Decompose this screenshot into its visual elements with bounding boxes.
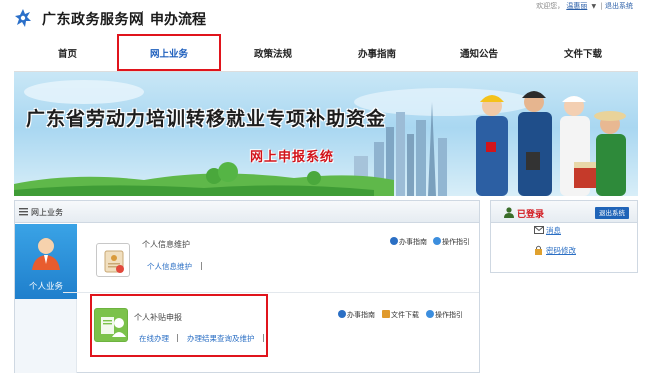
- workers-illustration: [476, 91, 626, 196]
- caret-down-icon[interactable]: ▼: [592, 3, 597, 10]
- link-separator: |: [200, 261, 203, 270]
- service-info-icon-box[interactable]: [96, 243, 130, 277]
- login-status: 已登录: [517, 210, 545, 220]
- list-icon: [19, 208, 28, 216]
- help-icon: [433, 237, 441, 245]
- folder-icon: [382, 310, 390, 318]
- service-subsidy-download-action[interactable]: 文件下载: [382, 310, 419, 320]
- person-icon: [32, 238, 60, 270]
- id-card-icon: [104, 250, 124, 273]
- service-info-title: 个人信息维护: [142, 240, 190, 249]
- nav-item-home[interactable]: 首页: [58, 46, 77, 60]
- title-divider: [142, 11, 143, 26]
- banner-subtitle: 网上申报系统: [250, 150, 335, 165]
- guide-label: 办事指南: [399, 238, 427, 246]
- manual-label: 操作指引: [435, 311, 463, 319]
- nav-item-policies[interactable]: 政策法规: [254, 46, 292, 60]
- subsidy-highlight-box: [90, 294, 268, 357]
- user-bar: 欢迎您， 温惠丽 ▼ | 退出系统: [536, 1, 633, 11]
- service-row-divider: [63, 292, 479, 293]
- bar-separator: |: [600, 2, 603, 10]
- messages-link[interactable]: 消息: [546, 225, 561, 236]
- service-info-manual-action[interactable]: 操作指引: [433, 237, 470, 247]
- help-icon: [426, 310, 434, 318]
- service-info-maintain-link[interactable]: 个人信息维护: [147, 261, 192, 272]
- banner-illustration: [14, 80, 626, 196]
- service-subsidy-guide-action[interactable]: 办事指南: [338, 310, 375, 320]
- username-link[interactable]: 温惠丽: [566, 2, 587, 10]
- lock-icon: [535, 245, 542, 255]
- site-header: 广东政务服务网 申办流程 欢迎您， 温惠丽 ▼ | 退出系统: [0, 0, 653, 34]
- guide-icon: [338, 310, 346, 318]
- page-subtitle: 申办流程: [150, 12, 206, 28]
- manual-label: 操作指引: [442, 238, 470, 246]
- nav-item-downloads[interactable]: 文件下载: [564, 46, 602, 60]
- guide-label: 办事指南: [347, 311, 375, 319]
- welcome-text: 欢迎您，: [536, 2, 565, 10]
- logout-button[interactable]: 退出系统: [595, 207, 629, 219]
- service-info-guide-action[interactable]: 办事指南: [390, 237, 427, 247]
- user-icon: [504, 207, 514, 218]
- guide-icon: [390, 237, 398, 245]
- main-nav: 首页 网上业务 政策法规 办事指南 通知公告 文件下载: [14, 36, 638, 66]
- change-password-link[interactable]: 密码修改: [546, 245, 576, 256]
- banner-title: 广东省劳动力培训转移就业专项补助资金: [26, 108, 387, 130]
- gov-logo-icon: [15, 9, 31, 27]
- nav-item-guide[interactable]: 办事指南: [358, 46, 396, 60]
- user-status-panel: 已登录 退出系统 消息 密码修改: [490, 200, 638, 273]
- nav-highlight-box: [117, 34, 221, 71]
- mail-icon: [534, 226, 544, 234]
- tab-label: 个人业务: [28, 282, 63, 292]
- tab-column-bg: [15, 299, 77, 373]
- nav-item-notices[interactable]: 通知公告: [460, 46, 498, 60]
- logout-link[interactable]: 退出系统: [605, 2, 633, 10]
- panel-header: 网上业务: [15, 201, 479, 223]
- tab-personal-business[interactable]: 个人业务: [15, 224, 77, 299]
- banner: 广东省劳动力培训转移就业专项补助资金 网上申报系统: [14, 72, 638, 196]
- panel-header-title: 网上业务: [31, 208, 63, 217]
- site-title: 广东政务服务网: [42, 12, 144, 28]
- download-label: 文件下载: [391, 311, 419, 319]
- service-subsidy-manual-action[interactable]: 操作指引: [426, 310, 463, 320]
- user-status-header: 已登录 退出系统: [491, 201, 637, 223]
